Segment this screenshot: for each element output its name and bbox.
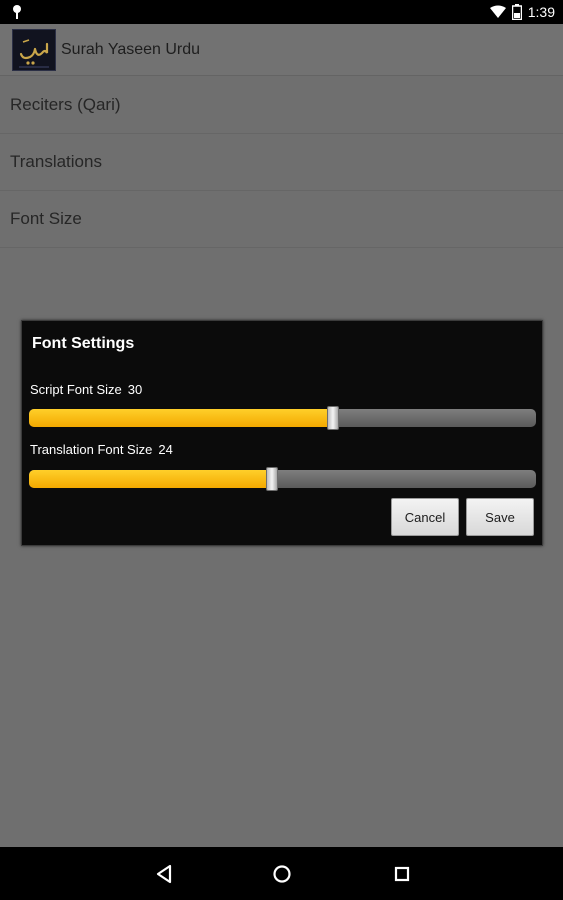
pref-translations-label: Translations: [10, 152, 102, 171]
slider-thumb[interactable]: [266, 467, 279, 491]
action-bar: Surah Yaseen Urdu: [0, 24, 563, 76]
translation-font-size-slider[interactable]: [29, 467, 536, 491]
battery-icon: [511, 4, 522, 20]
wifi-icon: [489, 5, 506, 18]
status-time: 1:39: [527, 4, 555, 20]
pref-translations[interactable]: Translations: [0, 134, 563, 191]
slider-fill: [29, 409, 334, 427]
pref-font-size[interactable]: Font Size: [0, 191, 563, 248]
translation-font-size-text: Translation Font Size: [30, 442, 153, 457]
app-title: Surah Yaseen Urdu: [61, 41, 201, 58]
pref-reciters[interactable]: Reciters (Qari): [0, 77, 563, 134]
recents-square-icon[interactable]: [390, 862, 414, 886]
map-pin-icon: [13, 5, 21, 19]
translation-font-size-value: 24: [158, 442, 173, 457]
navigation-bar: [0, 847, 563, 900]
back-triangle-icon[interactable]: [152, 862, 176, 886]
slider-thumb[interactable]: [327, 406, 340, 430]
slider-fill: [29, 470, 273, 488]
font-settings-dialog: Font Settings Script Font Size 30 Transl…: [21, 320, 543, 546]
script-font-size-label: Script Font Size 30: [30, 382, 142, 397]
script-font-size-slider[interactable]: [29, 406, 536, 430]
preferences-list: Reciters (Qari) Translations Font Size: [0, 77, 563, 248]
app-logo: [12, 29, 56, 71]
pref-font-size-label: Font Size: [10, 209, 82, 228]
cancel-button[interactable]: Cancel: [391, 498, 459, 536]
yaseen-calligraphy-logo: [19, 39, 49, 68]
translation-font-size-label: Translation Font Size 24: [30, 442, 173, 457]
dialog-title: Font Settings: [32, 335, 135, 352]
script-font-size-value: 30: [127, 382, 143, 397]
status-bar: 1:39: [0, 0, 563, 24]
pref-reciters-label: Reciters (Qari): [10, 95, 121, 114]
save-button[interactable]: Save: [466, 498, 534, 536]
home-circle-icon[interactable]: [270, 862, 294, 886]
script-font-size-text: Script Font Size: [30, 382, 122, 397]
